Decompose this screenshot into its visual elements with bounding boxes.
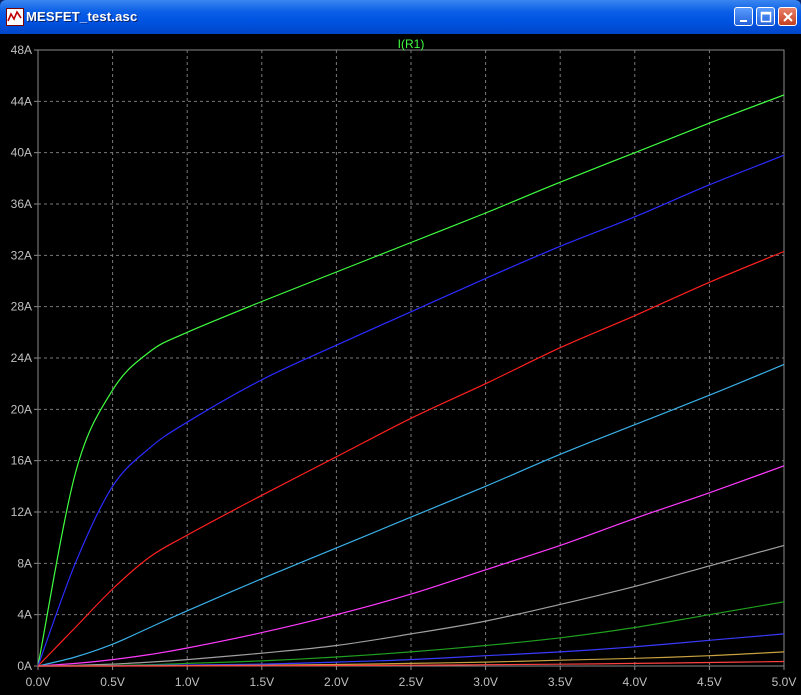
y-tick-label: 44A (11, 94, 32, 108)
y-tick-label: 40A (11, 146, 32, 160)
minimize-icon (740, 20, 747, 22)
waveform-app-icon (6, 8, 24, 26)
y-tick-label: 32A (11, 248, 32, 262)
x-tick-label: 0.5V (100, 675, 125, 689)
x-tick-label: 4.0V (622, 675, 647, 689)
y-tick-label: 12A (11, 505, 32, 519)
y-tick-label: 20A (11, 402, 32, 416)
app-window: MESFET_test.asc 0.0V 0.5V 1.0V 1.5V 2.0V 2.5V… (0, 0, 801, 695)
waveform-plot-pane[interactable]: 0.0V 0.5V 1.0V 1.5V 2.0V 2.5V 3.0V 3.5V 4.0V 4.5V… (0, 34, 801, 695)
waveform-plot[interactable]: 0.0V 0.5V 1.0V 1.5V 2.0V 2.5V 3.0V 3.5V 4.0V 4.5V… (0, 34, 801, 695)
x-tick-label: 2.0V (324, 675, 349, 689)
y-tick-label: 8A (17, 556, 32, 570)
x-tick-label: 2.5V (399, 675, 424, 689)
x-tick-label: 5.0V (772, 675, 797, 689)
x-tick-label: 4.5V (697, 675, 722, 689)
x-tick-label: 1.5V (249, 675, 274, 689)
y-tick-label: 0A (17, 659, 32, 673)
x-tick-label: 3.0V (473, 675, 498, 689)
x-tick-label: 0.0V (26, 675, 51, 689)
y-tick-label: 16A (11, 454, 32, 468)
trace-title[interactable]: I(R1) (398, 37, 425, 51)
maximize-button[interactable] (756, 7, 775, 26)
x-tick-label: 1.0V (175, 675, 200, 689)
close-icon (783, 12, 793, 22)
title-bar[interactable]: MESFET_test.asc (0, 0, 801, 34)
x-tick-label: 3.5V (548, 675, 573, 689)
minimize-button[interactable] (734, 7, 753, 26)
y-tick-label: 48A (11, 43, 32, 57)
close-button[interactable] (778, 7, 797, 26)
y-tick-label: 24A (11, 351, 32, 365)
y-tick-label: 4A (17, 608, 32, 622)
window-title: MESFET_test.asc (26, 9, 138, 24)
maximize-icon (760, 11, 772, 23)
y-tick-label: 36A (11, 197, 32, 211)
y-tick-label: 28A (11, 300, 32, 314)
